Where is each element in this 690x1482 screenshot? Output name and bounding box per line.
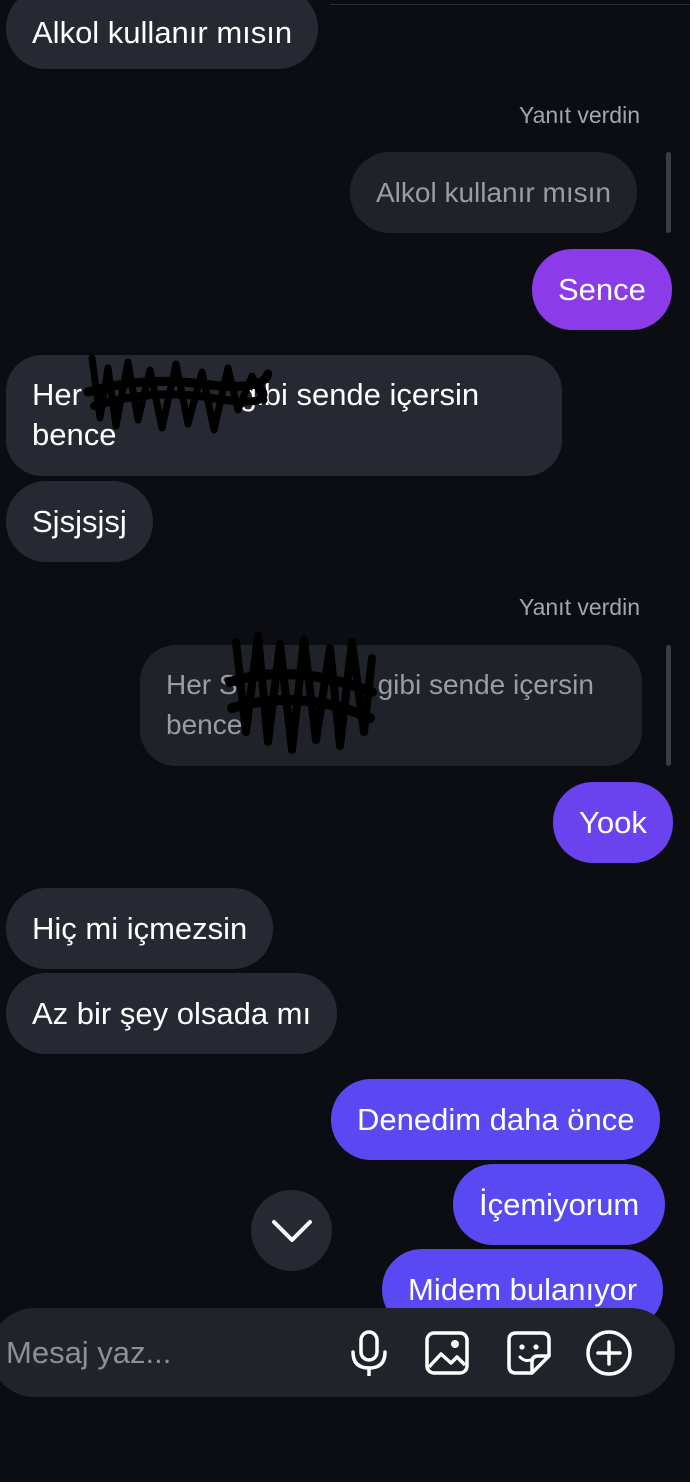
redaction-scribble [225, 632, 377, 754]
quoted-text-rest: gibi sende içersin [377, 669, 594, 700]
microphone-icon [351, 1330, 387, 1376]
message-text: Alkol kullanır mısın [32, 14, 293, 50]
top-divider [330, 4, 690, 5]
sticker-button[interactable] [505, 1328, 553, 1378]
message-text: Az bir şey olsada mı [32, 995, 312, 1031]
gallery-button[interactable] [423, 1328, 471, 1378]
chevron-down-icon [271, 1219, 312, 1242]
sent-message[interactable]: İçemiyorum [453, 1164, 666, 1245]
reply-indicator-bar [666, 152, 671, 233]
received-message[interactable]: Hiç mi içmezsin [6, 888, 274, 969]
sticker-icon [507, 1331, 551, 1375]
reply-label: Yanıt verdin [518, 102, 640, 128]
scroll-to-bottom-button[interactable] [251, 1190, 332, 1271]
message-text: Midem bulanıyor [408, 1271, 638, 1307]
message-text: Yook [579, 804, 647, 840]
message-composer [0, 1308, 675, 1397]
redaction-scribble [83, 354, 272, 434]
reply-indicator-bar [666, 645, 671, 766]
plus-icon [586, 1330, 632, 1376]
received-message[interactable]: Sjsjsjsj [6, 481, 153, 562]
sent-message[interactable]: Denedim daha önce [331, 1079, 661, 1160]
add-button[interactable] [585, 1328, 633, 1378]
sent-message[interactable]: Yook [553, 782, 673, 863]
quoted-message[interactable]: Alkol kullanır mısın [350, 152, 637, 233]
sent-message[interactable]: Sence [532, 249, 672, 330]
reply-label: Yanıt verdin [518, 594, 640, 620]
message-text-rest: gibi sende içersin [239, 377, 480, 412]
message-text: Sence [558, 271, 646, 307]
quoted-text: Alkol kullanır mısın [376, 176, 611, 208]
gallery-icon [425, 1331, 469, 1375]
received-message[interactable]: Az bir şey olsada mı [6, 973, 338, 1054]
message-text: Sjsjsjsj [32, 503, 127, 539]
message-text: Hiç mi içmezsin [32, 910, 248, 946]
quoted-message[interactable]: Her Sgibi sende içersin bence [140, 645, 642, 766]
microphone-button[interactable] [345, 1328, 393, 1378]
message-text: Denedim daha önce [357, 1101, 635, 1137]
message-input[interactable] [6, 1328, 326, 1378]
message-text: İçemiyorum [479, 1186, 640, 1222]
received-message[interactable]: Alkol kullanır mısın [6, 0, 319, 69]
